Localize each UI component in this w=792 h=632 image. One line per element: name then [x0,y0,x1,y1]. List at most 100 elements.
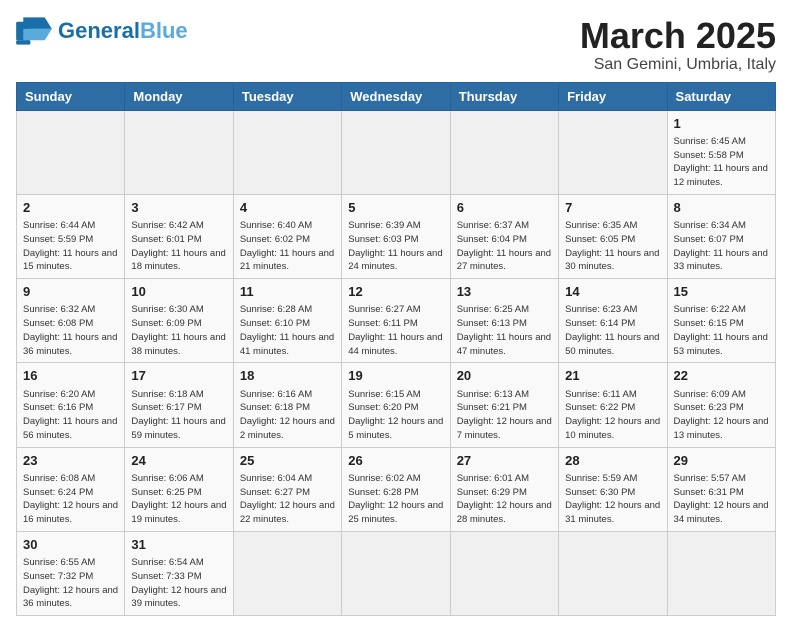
day-info: Sunrise: 6:06 AM Sunset: 6:25 PM Dayligh… [131,472,226,527]
calendar: SundayMondayTuesdayWednesdayThursdayFrid… [16,82,776,617]
month-title: March 2025 [580,16,776,56]
day-info: Sunrise: 6:37 AM Sunset: 6:04 PM Dayligh… [457,219,552,274]
calendar-cell: 11 Sunrise: 6:28 AM Sunset: 6:10 PM Dayli… [233,279,341,363]
day-info: Sunrise: 6:44 AM Sunset: 5:59 PM Dayligh… [23,219,118,274]
calendar-cell: 2 Sunrise: 6:44 AM Sunset: 5:59 PM Daylig… [17,194,125,278]
calendar-cell: 31Sunrise: 6:54 AM Sunset: 7:33 PM Dayli… [125,531,233,615]
day-number: 15 [674,283,769,301]
day-info: Sunrise: 6:30 AM Sunset: 6:09 PM Dayligh… [131,303,226,358]
weekday-header-friday: Friday [559,82,667,110]
calendar-cell: 1Sunrise: 6:45 AM Sunset: 5:58 PM Daylig… [667,110,775,194]
calendar-cell: 12 Sunrise: 6:27 AM Sunset: 6:11 PM Dayli… [342,279,450,363]
day-info: Sunrise: 6:13 AM Sunset: 6:21 PM Dayligh… [457,388,552,443]
calendar-cell: 8 Sunrise: 6:34 AM Sunset: 6:07 PM Daylig… [667,194,775,278]
calendar-cell: 29Sunrise: 5:57 AM Sunset: 6:31 PM Dayli… [667,447,775,531]
day-number: 2 [23,199,118,217]
calendar-cell: 21 Sunrise: 6:11 AM Sunset: 6:22 PM Dayli… [559,363,667,447]
day-info: Sunrise: 6:22 AM Sunset: 6:15 PM Dayligh… [674,303,769,358]
day-info: Sunrise: 6:04 AM Sunset: 6:27 PM Dayligh… [240,472,335,527]
calendar-cell [342,531,450,615]
calendar-cell: 6 Sunrise: 6:37 AM Sunset: 6:04 PM Daylig… [450,194,558,278]
day-number: 3 [131,199,226,217]
day-number: 28 [565,452,660,470]
calendar-cell: 5 Sunrise: 6:39 AM Sunset: 6:03 PM Daylig… [342,194,450,278]
logo-text: GeneralBlue [58,20,188,42]
day-info: Sunrise: 6:27 AM Sunset: 6:11 PM Dayligh… [348,303,443,358]
calendar-cell: 16 Sunrise: 6:20 AM Sunset: 6:16 PM Dayli… [17,363,125,447]
calendar-cell: 17 Sunrise: 6:18 AM Sunset: 6:17 PM Dayli… [125,363,233,447]
day-number: 24 [131,452,226,470]
day-number: 9 [23,283,118,301]
calendar-cell [450,110,558,194]
calendar-cell: 23 Sunrise: 6:08 AM Sunset: 6:24 PM Dayli… [17,447,125,531]
calendar-cell: 14 Sunrise: 6:23 AM Sunset: 6:14 PM Dayli… [559,279,667,363]
weekday-header-thursday: Thursday [450,82,558,110]
day-number: 21 [565,367,660,385]
day-number: 6 [457,199,552,217]
calendar-cell [450,531,558,615]
calendar-cell: 26Sunrise: 6:02 AM Sunset: 6:28 PM Dayli… [342,447,450,531]
day-number: 19 [348,367,443,385]
calendar-cell [559,531,667,615]
calendar-body: 1Sunrise: 6:45 AM Sunset: 5:58 PM Daylig… [17,110,776,616]
day-info: Sunrise: 6:16 AM Sunset: 6:18 PM Dayligh… [240,388,335,443]
day-number: 8 [674,199,769,217]
day-info: Sunrise: 6:11 AM Sunset: 6:22 PM Dayligh… [565,388,660,443]
calendar-cell: 3 Sunrise: 6:42 AM Sunset: 6:01 PM Daylig… [125,194,233,278]
day-number: 14 [565,283,660,301]
day-info: Sunrise: 6:28 AM Sunset: 6:10 PM Dayligh… [240,303,335,358]
calendar-cell: 25Sunrise: 6:04 AM Sunset: 6:27 PM Dayli… [233,447,341,531]
day-info: Sunrise: 6:42 AM Sunset: 6:01 PM Dayligh… [131,219,226,274]
calendar-week-row: 30 Sunrise: 6:55 AM Sunset: 7:32 PM Dayli… [17,531,776,615]
calendar-cell: 7Sunrise: 6:35 AM Sunset: 6:05 PM Daylig… [559,194,667,278]
day-info: Sunrise: 6:55 AM Sunset: 7:32 PM Dayligh… [23,556,118,611]
day-info: Sunrise: 6:18 AM Sunset: 6:17 PM Dayligh… [131,388,226,443]
day-number: 12 [348,283,443,301]
calendar-cell [667,531,775,615]
calendar-cell [17,110,125,194]
day-number: 18 [240,367,335,385]
calendar-cell: 10 Sunrise: 6:30 AM Sunset: 6:09 PM Dayli… [125,279,233,363]
calendar-cell [342,110,450,194]
day-info: Sunrise: 6:20 AM Sunset: 6:16 PM Dayligh… [23,388,118,443]
calendar-week-row: 1Sunrise: 6:45 AM Sunset: 5:58 PM Daylig… [17,110,776,194]
calendar-cell: 19 Sunrise: 6:15 AM Sunset: 6:20 PM Dayli… [342,363,450,447]
weekday-header-wednesday: Wednesday [342,82,450,110]
header: GeneralBlue March 2025 San Gemini, Umbri… [16,16,776,74]
calendar-week-row: 16 Sunrise: 6:20 AM Sunset: 6:16 PM Dayli… [17,363,776,447]
day-number: 26 [348,452,443,470]
day-info: Sunrise: 6:40 AM Sunset: 6:02 PM Dayligh… [240,219,335,274]
calendar-cell: 24 Sunrise: 6:06 AM Sunset: 6:25 PM Dayli… [125,447,233,531]
calendar-cell [559,110,667,194]
day-number: 27 [457,452,552,470]
day-number: 1 [674,115,769,133]
calendar-cell: 15 Sunrise: 6:22 AM Sunset: 6:15 PM Dayli… [667,279,775,363]
location-title: San Gemini, Umbria, Italy [580,56,776,74]
day-info: Sunrise: 6:15 AM Sunset: 6:20 PM Dayligh… [348,388,443,443]
day-number: 4 [240,199,335,217]
day-info: Sunrise: 6:35 AM Sunset: 6:05 PM Dayligh… [565,219,660,274]
weekday-header-saturday: Saturday [667,82,775,110]
calendar-cell: 18 Sunrise: 6:16 AM Sunset: 6:18 PM Dayli… [233,363,341,447]
weekday-header-tuesday: Tuesday [233,82,341,110]
day-number: 17 [131,367,226,385]
weekday-header-monday: Monday [125,82,233,110]
day-number: 11 [240,283,335,301]
day-info: Sunrise: 6:39 AM Sunset: 6:03 PM Dayligh… [348,219,443,274]
day-number: 29 [674,452,769,470]
day-info: Sunrise: 6:34 AM Sunset: 6:07 PM Dayligh… [674,219,769,274]
day-info: Sunrise: 6:08 AM Sunset: 6:24 PM Dayligh… [23,472,118,527]
day-number: 23 [23,452,118,470]
calendar-cell [233,110,341,194]
calendar-cell: 22Sunrise: 6:09 AM Sunset: 6:23 PM Dayli… [667,363,775,447]
calendar-cell: 13Sunrise: 6:25 AM Sunset: 6:13 PM Dayli… [450,279,558,363]
day-number: 16 [23,367,118,385]
day-number: 30 [23,536,118,554]
weekday-header-row: SundayMondayTuesdayWednesdayThursdayFrid… [17,82,776,110]
day-number: 13 [457,283,552,301]
day-number: 10 [131,283,226,301]
day-info: Sunrise: 6:23 AM Sunset: 6:14 PM Dayligh… [565,303,660,358]
calendar-cell [125,110,233,194]
day-number: 5 [348,199,443,217]
day-info: Sunrise: 6:32 AM Sunset: 6:08 PM Dayligh… [23,303,118,358]
